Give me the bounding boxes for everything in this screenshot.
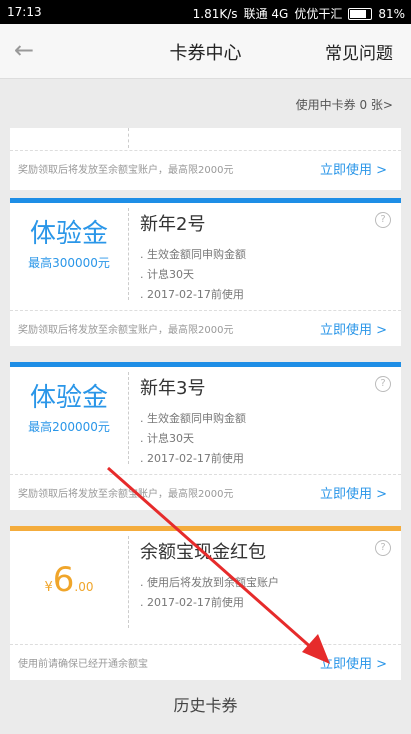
card-divider — [128, 536, 129, 628]
history-coupons-link[interactable]: 历史卡券 — [0, 692, 411, 716]
footer-note: 奖励领取后将发放至余额宝账户，最高限2000元 — [18, 489, 234, 500]
card-divider — [128, 372, 129, 464]
card-divider — [128, 128, 129, 148]
coupon-detail: . 计息30天 — [140, 432, 194, 445]
coupon-card: 体验金 最高300000元 新年2号 . 生效金额同申购金额 . 计息30天 .… — [10, 198, 401, 346]
status-carrier: 联通 4G — [243, 7, 289, 21]
status-bar: 17:13 1.81K/s 联通 4G 优优干汇 81% — [0, 0, 411, 24]
amount-value: 6 — [52, 560, 75, 600]
card-top-line — [10, 526, 401, 531]
help-icon[interactable]: ? — [375, 540, 391, 556]
nav-bar: ← 卡券中心 常见问题 — [0, 24, 411, 79]
status-time: 17:13 — [7, 5, 42, 19]
use-now-button[interactable]: 立即使用 > — [320, 483, 387, 502]
coupon-max: 最高300000元 — [28, 256, 110, 270]
coupon-type: 体验金 — [29, 383, 108, 413]
coupon-name: 余额宝现金红包 — [140, 542, 266, 563]
footer-note: 奖励领取后将发放至余额宝账户，最高限2000元 — [18, 165, 234, 176]
status-speed: 1.81K/s — [192, 6, 238, 21]
faq-link[interactable]: 常见问题 — [325, 39, 393, 64]
coupon-detail: . 2017-02-17前使用 — [140, 288, 244, 301]
help-icon[interactable]: ? — [375, 212, 391, 228]
footer-note: 奖励领取后将发放至余额宝账户，最高限2000元 — [18, 325, 234, 336]
coupon-name: 新年2号 — [140, 214, 206, 235]
coupon-detail: . 生效金额同申购金额 — [140, 248, 246, 261]
coupon-card: 奖励领取后将发放至余额宝账户，最高限2000元 立即使用 > — [10, 128, 401, 190]
coupon-card: 体验金 最高200000元 新年3号 . 生效金额同申购金额 . 计息30天 .… — [10, 362, 401, 510]
footer-note: 使用前请确保已经开通余额宝 — [18, 659, 148, 670]
card-footer: 奖励领取后将发放至余额宝账户，最高限2000元 立即使用 > — [10, 310, 401, 345]
help-icon[interactable]: ? — [375, 376, 391, 392]
coupon-detail: . 计息30天 — [140, 268, 194, 281]
coupon-detail: . 使用后将发放到余额宝账户 — [140, 576, 279, 589]
coupon-detail: . 2017-02-17前使用 — [140, 452, 244, 465]
card-footer: 使用前请确保已经开通余额宝 立即使用 > — [10, 644, 401, 679]
amount-cents: .00 — [74, 580, 94, 594]
coupon-detail: . 生效金额同申购金额 — [140, 412, 246, 425]
use-now-button[interactable]: 立即使用 > — [320, 653, 387, 672]
currency-symbol: ¥ — [44, 580, 53, 595]
coupon-name: 新年3号 — [140, 378, 206, 399]
in-use-coupons-link[interactable]: 使用中卡券 0 张> — [296, 96, 393, 113]
coupon-amount: ¥6.00 — [10, 560, 128, 600]
card-divider — [128, 208, 129, 300]
coupon-max: 最高200000元 — [28, 420, 110, 434]
battery-icon — [348, 7, 373, 20]
card-left: 体验金 最高300000元 — [10, 203, 128, 303]
card-footer: 奖励领取后将发放至余额宝账户，最高限2000元 立即使用 > — [10, 150, 401, 185]
use-now-button[interactable]: 立即使用 > — [320, 159, 387, 178]
coupon-type: 体验金 — [29, 219, 108, 249]
card-footer: 奖励领取后将发放至余额宝账户，最高限2000元 立即使用 > — [10, 474, 401, 509]
card-left: 体验金 最高200000元 — [10, 367, 128, 467]
coupon-detail: . 2017-02-17前使用 — [140, 596, 244, 609]
coupon-card: ¥6.00 余额宝现金红包 . 使用后将发放到余额宝账户 . 2017-02-1… — [10, 526, 401, 680]
status-right: 1.81K/s 联通 4G 优优干汇 81% — [193, 5, 405, 22]
use-now-button[interactable]: 立即使用 > — [320, 319, 387, 338]
battery-level: 81% — [378, 6, 405, 21]
status-carrier2: 优优干汇 — [294, 7, 343, 21]
